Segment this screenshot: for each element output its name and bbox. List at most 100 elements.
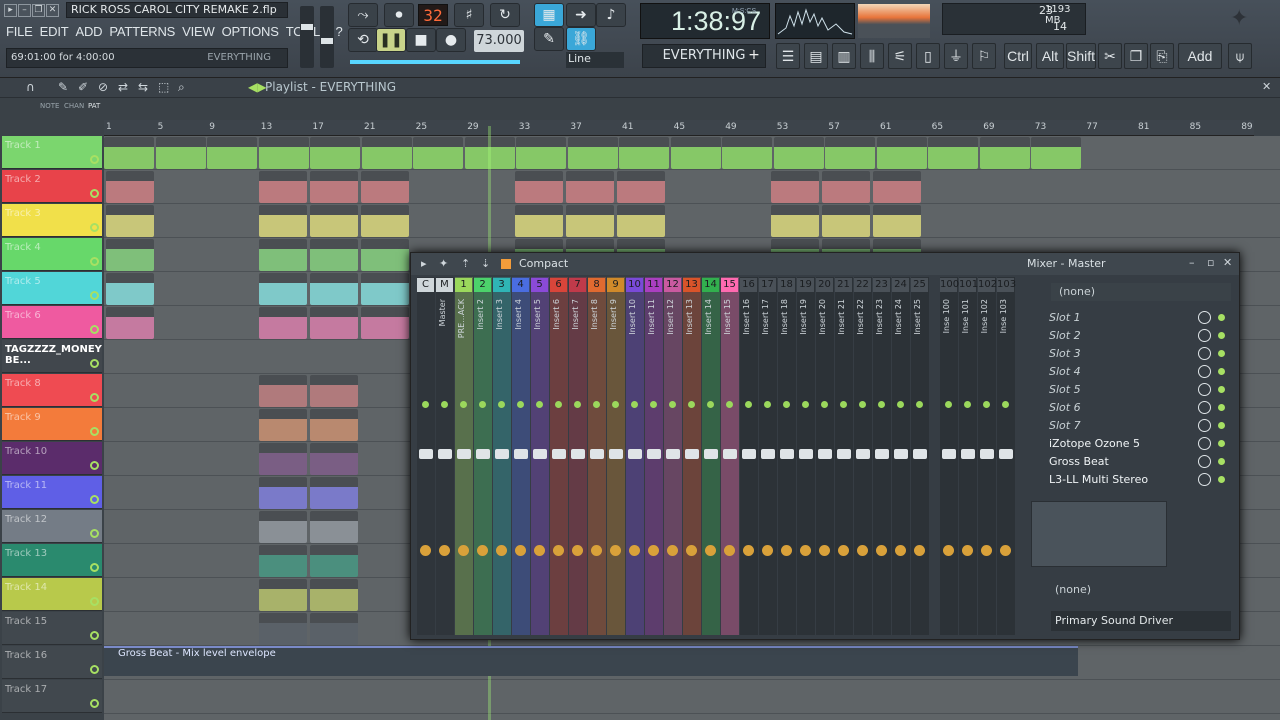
strip-pan-knob[interactable] [981, 545, 992, 556]
browser-icon[interactable]: ⚟ [888, 43, 912, 69]
track-header[interactable]: Track 10 [2, 442, 102, 475]
pattern-clip[interactable]: EVE...ney [259, 511, 307, 543]
strip-enable-icon[interactable] [764, 401, 771, 408]
strip-fader[interactable] [780, 449, 794, 459]
track-mute-icon[interactable] [90, 189, 99, 198]
paint-icon[interactable]: ✐ [78, 80, 88, 94]
record-button[interactable]: ● [436, 28, 466, 52]
pattern-clip[interactable]: EVE...ney [310, 511, 358, 543]
strip-pan-knob[interactable] [629, 545, 640, 556]
slot-enable-icon[interactable] [1218, 386, 1225, 393]
slot-mix-knob-icon[interactable] [1198, 473, 1211, 486]
strip-enable-icon[interactable] [1002, 401, 1009, 408]
strip-enable-icon[interactable] [631, 401, 638, 408]
pattern-clip[interactable]: EV...3 [771, 171, 819, 203]
slot-mix-knob-icon[interactable] [1198, 437, 1211, 450]
track-header[interactable]: Track 11 [2, 476, 102, 509]
track-mute-icon[interactable] [90, 427, 99, 436]
strip-pan-knob[interactable] [667, 545, 678, 556]
strip-pan-knob[interactable] [591, 545, 602, 556]
menu-view[interactable]: VIEW [182, 24, 215, 42]
help-icon[interactable]: ⚐ [972, 43, 996, 69]
pattern-clip[interactable]: EVE..ELL [259, 579, 307, 611]
pattern-clip[interactable]: EVE...nr7 [259, 443, 307, 475]
strip-fader[interactable] [495, 449, 509, 459]
strip-enable-icon[interactable] [479, 401, 486, 408]
track-header[interactable]: Track 9 [2, 408, 102, 441]
cut-icon[interactable]: ✂ [1098, 43, 1122, 69]
strip-pan-knob[interactable] [895, 545, 906, 556]
mixer-strip[interactable]: 15 Insert 15 [721, 277, 739, 635]
strip-pan-knob[interactable] [762, 545, 773, 556]
pattern-clip[interactable]: EVE..ING [825, 137, 875, 169]
slot-enable-icon[interactable] [1218, 476, 1225, 483]
strip-enable-icon[interactable] [983, 401, 990, 408]
pattern-clip[interactable]: EVER..#4 [515, 205, 563, 237]
mixer-strip[interactable]: 25 Insert 25 [911, 277, 929, 635]
pattern-clip[interactable]: EVE..ING [567, 137, 618, 169]
time-display[interactable]: 1:38:97 M:S:CS [640, 3, 770, 39]
pattern-clip[interactable]: EVE..ING [1031, 137, 1081, 169]
strip-fader[interactable] [999, 449, 1013, 459]
strip-pan-knob[interactable] [943, 545, 954, 556]
pattern-clip[interactable]: EV...ELL [310, 613, 358, 645]
slot-enable-icon[interactable] [1218, 368, 1225, 375]
strip-fader[interactable] [609, 449, 623, 459]
strip-pan-knob[interactable] [781, 545, 792, 556]
strip-fader[interactable] [723, 449, 737, 459]
pattern-clip[interactable]: EVE..ING [413, 137, 463, 169]
pattern-clip[interactable]: EVER..#4 [617, 205, 665, 237]
pattern-clip[interactable]: EVER..#4 [361, 205, 409, 237]
piano-roll-icon[interactable]: ▤ [804, 43, 828, 69]
strip-enable-icon[interactable] [783, 401, 790, 408]
pattern-clip[interactable]: EVE..ING [310, 137, 360, 169]
strip-fader[interactable] [685, 449, 699, 459]
strip-fader[interactable] [590, 449, 604, 459]
plugin-icon[interactable]: ⏚ [944, 43, 968, 69]
slot-enable-icon[interactable] [1218, 422, 1225, 429]
slot-mix-knob-icon[interactable] [1198, 419, 1211, 432]
pattern-clip[interactable]: EV...3 [310, 171, 358, 203]
shift-button[interactable]: Shift [1066, 43, 1096, 69]
pattern-clip[interactable]: EVE..#5 [259, 239, 307, 271]
strip-fader[interactable] [552, 449, 566, 459]
slot-mix-knob-icon[interactable] [1198, 347, 1211, 360]
strip-fader[interactable] [666, 449, 680, 459]
pattern-clip[interactable]: EVER..#4 [566, 205, 614, 237]
output-none[interactable]: (none) [1055, 583, 1091, 596]
mixer-close-icon[interactable]: ✕ [1223, 256, 1232, 269]
pattern-clip[interactable]: EVE..#2 [106, 307, 154, 339]
pattern-clip[interactable]: EV...3 [361, 171, 409, 203]
menu-file[interactable]: FILE [6, 24, 33, 42]
pattern-clip[interactable]: EV...ey 3 [259, 477, 307, 509]
pattern-clip[interactable]: EVER..#4 [310, 205, 358, 237]
panel-close-icon[interactable]: ✕ [1262, 80, 1271, 93]
strip-enable-icon[interactable] [964, 401, 971, 408]
mixer-strip[interactable]: 2 Insert 2 [474, 277, 492, 635]
track-header[interactable]: Track 15 [2, 612, 102, 645]
tempo-display[interactable]: 73.000 [474, 30, 524, 52]
pattern-clip[interactable]: EVE..#6 [106, 273, 154, 305]
mixer-down-icon[interactable]: ⇣ [481, 257, 490, 270]
pattern-clip[interactable]: EV..ick5 [259, 409, 307, 441]
mixer-strip[interactable]: 22 Insert 22 [854, 277, 872, 635]
output-select[interactable]: Primary Sound Driver [1051, 611, 1231, 631]
track-header[interactable]: Track 3 [2, 204, 102, 237]
mixer-strip[interactable]: 11 Insert 11 [645, 277, 663, 635]
pattern-clip[interactable]: EVE..#6 [361, 273, 409, 305]
minimize-icon[interactable]: – [18, 4, 31, 17]
pattern-clip[interactable]: EV..ick5 [310, 409, 358, 441]
slot-mix-knob-icon[interactable] [1198, 401, 1211, 414]
strip-fader[interactable] [571, 449, 585, 459]
pattern-clip[interactable]: EVER..#4 [259, 205, 307, 237]
pattern-clip[interactable]: EVE..#2 [310, 307, 358, 339]
loop-icon[interactable]: ⟲ [348, 28, 378, 52]
channel-rack-icon[interactable]: ▥ [832, 43, 856, 69]
mixer-minimize-icon[interactable]: – [1189, 256, 1195, 269]
strip-enable-icon[interactable] [574, 401, 581, 408]
add-pattern-button[interactable]: + [746, 44, 762, 68]
strip-fader[interactable] [514, 449, 528, 459]
strip-enable-icon[interactable] [555, 401, 562, 408]
menu-edit[interactable]: EDIT [40, 24, 69, 42]
strip-fader[interactable] [476, 449, 490, 459]
